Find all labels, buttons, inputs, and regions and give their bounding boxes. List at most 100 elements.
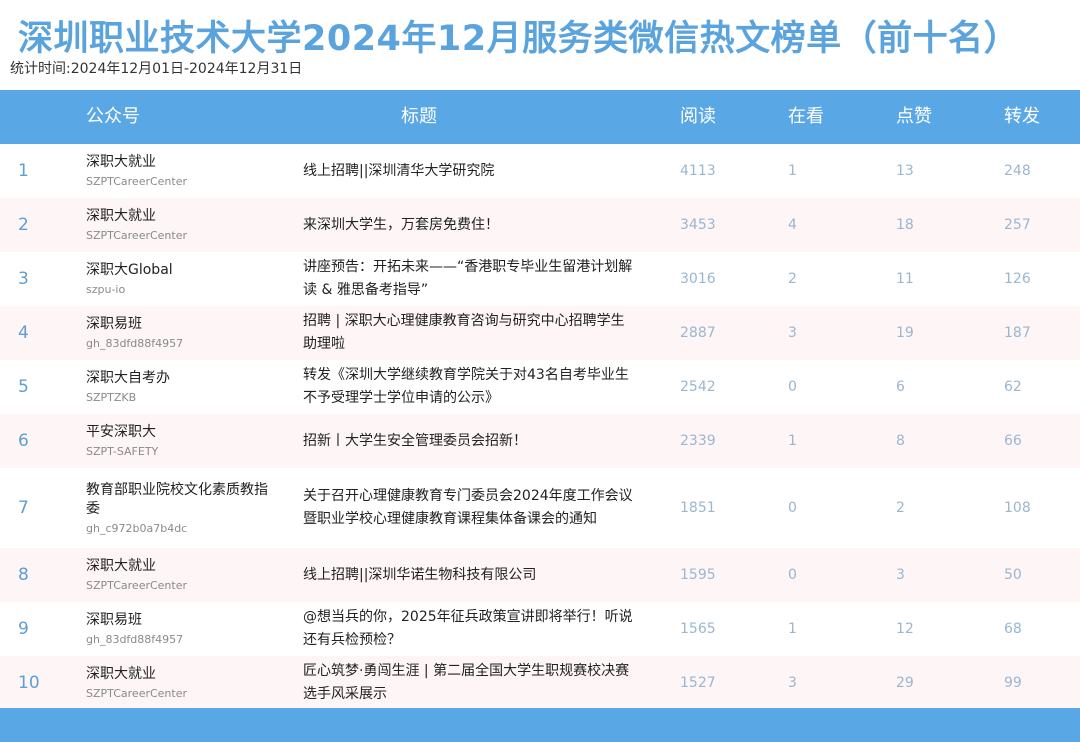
like-count: 19 xyxy=(896,325,914,341)
header-title: 标题 xyxy=(401,106,437,127)
header-share: 转发 xyxy=(1004,106,1040,127)
account-cell: 深职大自考办 SZPTZKB xyxy=(86,360,276,414)
table-header: 公众号 标题 阅读 在看 点赞 转发 xyxy=(0,90,1080,144)
rank-number: 8 xyxy=(18,565,29,585)
account-name: 深职易班 xyxy=(86,316,142,332)
article-title-link[interactable]: 来深圳大学生，万套房免费住！ xyxy=(303,198,633,252)
account-name: 深职大就业 xyxy=(86,208,156,224)
like-count: 18 xyxy=(896,217,914,233)
account-id: gh_83dfd88f4957 xyxy=(86,337,184,350)
account-id: SZPTCareerCenter xyxy=(86,687,188,700)
table-row[interactable]: 4 深职易班 gh_83dfd88f4957 招聘 | 深职大心理健康教育咨询与研究中… xyxy=(0,306,1080,360)
table-row[interactable]: 10 深职大就业 SZPTCareerCenter 匠心筑梦·勇闯生涯 | 第二届全国… xyxy=(0,656,1080,710)
account-id: SZPT-SAFETY xyxy=(86,445,159,458)
share-count: 108 xyxy=(1004,500,1031,516)
ranking-table: 公众号 标题 阅读 在看 点赞 转发 1 深职大就业 SZPTCareerCente… xyxy=(0,90,1080,710)
article-title-link[interactable]: 线上招聘||深圳清华大学研究院 xyxy=(303,144,633,198)
account-cell: 深职易班 gh_83dfd88f4957 xyxy=(86,306,276,360)
account-id: SZPTCareerCenter xyxy=(86,579,188,592)
header-like: 点赞 xyxy=(896,106,932,127)
rank-number: 6 xyxy=(18,431,29,451)
table-row[interactable]: 6 平安深职大 SZPT-SAFETY 招新丨大学生安全管理委员会招新！ 2339 1 8 6… xyxy=(0,414,1080,468)
read-count: 1595 xyxy=(680,567,716,583)
account-id: SZPTCareerCenter xyxy=(86,229,188,242)
watch-count: 0 xyxy=(788,500,797,516)
share-count: 66 xyxy=(1004,433,1022,449)
article-title-link[interactable]: 讲座预告：开拓未来——“香港职专毕业生留港计划解读 & 雅思备考指导” xyxy=(303,252,633,306)
rank-number: 4 xyxy=(18,323,29,343)
watch-count: 0 xyxy=(788,379,797,395)
account-cell: 深职大就业 SZPTCareerCenter xyxy=(86,656,276,710)
like-count: 12 xyxy=(896,621,914,637)
share-count: 68 xyxy=(1004,621,1022,637)
like-count: 6 xyxy=(896,379,905,395)
read-count: 3453 xyxy=(680,217,716,233)
article-title-link[interactable]: @想当兵的你，2025年征兵政策宣讲即将举行！听说还有兵检预检？ xyxy=(303,602,633,656)
share-count: 248 xyxy=(1004,163,1031,179)
account-cell: 深职大就业 SZPTCareerCenter xyxy=(86,198,276,252)
like-count: 13 xyxy=(896,163,914,179)
like-count: 8 xyxy=(896,433,905,449)
rank-number: 9 xyxy=(18,619,29,639)
header-account: 公众号 xyxy=(86,106,140,127)
table-row[interactable]: 2 深职大就业 SZPTCareerCenter 来深圳大学生，万套房免费住！ 3453… xyxy=(0,198,1080,252)
share-count: 257 xyxy=(1004,217,1031,233)
table-row[interactable]: 5 深职大自考办 SZPTZKB 转发《深圳大学继续教育学院关于对43名自考毕业生不予… xyxy=(0,360,1080,414)
header-watch: 在看 xyxy=(788,106,824,127)
rank-number: 3 xyxy=(18,269,29,289)
read-count: 3016 xyxy=(680,271,716,287)
table-row[interactable]: 1 深职大就业 SZPTCareerCenter 线上招聘||深圳清华大学研究院 411… xyxy=(0,144,1080,198)
like-count: 2 xyxy=(896,500,905,516)
share-count: 187 xyxy=(1004,325,1031,341)
account-cell: 深职大Global szpu-io xyxy=(86,252,276,306)
read-count: 2887 xyxy=(680,325,716,341)
page-title: 深圳职业技术大学2024年12月服务类微信热文榜单（前十名） xyxy=(18,19,1020,59)
account-name: 深职大就业 xyxy=(86,666,156,682)
article-title-link[interactable]: 招聘 | 深职大心理健康教育咨询与研究中心招聘学生助理啦 xyxy=(303,306,633,360)
rank-number: 7 xyxy=(18,498,29,518)
account-name: 平安深职大 xyxy=(86,424,156,440)
watch-count: 0 xyxy=(788,567,797,583)
footer-bar xyxy=(0,708,1080,742)
share-count: 99 xyxy=(1004,675,1022,691)
read-count: 1527 xyxy=(680,675,716,691)
account-name: 教育部职业院校文化素质教指委 xyxy=(86,481,268,517)
read-count: 1565 xyxy=(680,621,716,637)
rank-number: 10 xyxy=(18,673,40,693)
account-cell: 平安深职大 SZPT-SAFETY xyxy=(86,414,276,468)
watch-count: 1 xyxy=(788,163,797,179)
account-cell: 深职大就业 SZPTCareerCenter xyxy=(86,548,276,602)
statistics-period: 统计时间:2024年12月01日-2024年12月31日 xyxy=(10,61,303,77)
table-row[interactable]: 9 深职易班 gh_83dfd88f4957 @想当兵的你，2025年征兵政策宣讲即将… xyxy=(0,602,1080,656)
article-title-link[interactable]: 线上招聘||深圳华诺生物科技有限公司 xyxy=(303,548,633,602)
share-count: 50 xyxy=(1004,567,1022,583)
read-count: 1851 xyxy=(680,500,716,516)
watch-count: 4 xyxy=(788,217,797,233)
watch-count: 3 xyxy=(788,325,797,341)
table-row[interactable]: 3 深职大Global szpu-io 讲座预告：开拓未来——“香港职专毕业生留港计划… xyxy=(0,252,1080,306)
table-body: 1 深职大就业 SZPTCareerCenter 线上招聘||深圳清华大学研究院 411… xyxy=(0,144,1080,710)
account-id: szpu-io xyxy=(86,283,126,296)
account-cell: 深职易班 gh_83dfd88f4957 xyxy=(86,602,276,656)
account-name: 深职大Global xyxy=(86,262,173,278)
account-name: 深职易班 xyxy=(86,612,142,628)
table-row[interactable]: 8 深职大就业 SZPTCareerCenter 线上招聘||深圳华诺生物科技有限公司… xyxy=(0,548,1080,602)
account-name: 深职大就业 xyxy=(86,558,156,574)
like-count: 11 xyxy=(896,271,914,287)
watch-count: 1 xyxy=(788,433,797,449)
like-count: 29 xyxy=(896,675,914,691)
rank-number: 1 xyxy=(18,161,29,181)
article-title-link[interactable]: 转发《深圳大学继续教育学院关于对43名自考毕业生不予受理学士学位申请的公示》 xyxy=(303,360,633,414)
article-title-link[interactable]: 招新丨大学生安全管理委员会招新！ xyxy=(303,414,633,468)
share-count: 126 xyxy=(1004,271,1031,287)
article-title-link[interactable]: 匠心筑梦·勇闯生涯 | 第二届全国大学生职规赛校决赛选手风采展示 xyxy=(303,656,633,710)
rank-number: 2 xyxy=(18,215,29,235)
article-title-link[interactable]: 关于召开心理健康教育专门委员会2024年度工作会议暨职业学校心理健康教育课程集体… xyxy=(303,468,633,548)
account-id: gh_c972b0a7b4dc xyxy=(86,521,188,535)
account-name: 深职大自考办 xyxy=(86,370,170,386)
read-count: 2339 xyxy=(680,433,716,449)
table-row[interactable]: 7 教育部职业院校文化素质教指委 gh_c972b0a7b4dc 关于召开心理健康教育… xyxy=(0,468,1080,548)
account-id: SZPTZKB xyxy=(86,391,137,404)
like-count: 3 xyxy=(896,567,905,583)
account-id: SZPTCareerCenter xyxy=(86,175,188,188)
